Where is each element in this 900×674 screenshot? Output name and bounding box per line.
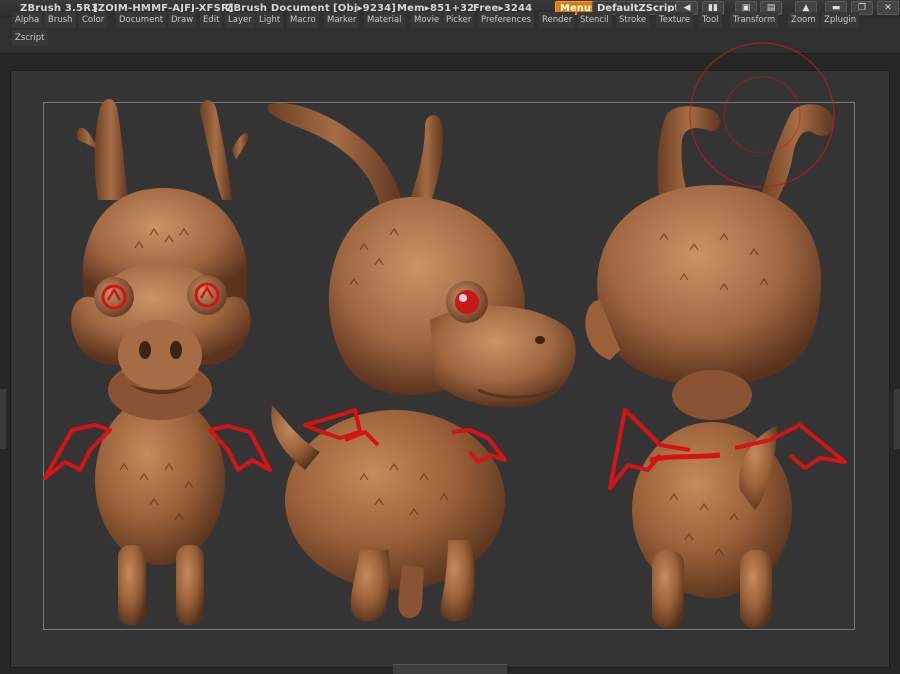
front-view-model bbox=[43, 99, 272, 625]
side-view-model bbox=[267, 103, 576, 622]
back-view-model bbox=[585, 42, 847, 628]
brush-cursor-inner-icon bbox=[723, 76, 801, 154]
sculpt-viewport[interactable] bbox=[0, 0, 900, 673]
